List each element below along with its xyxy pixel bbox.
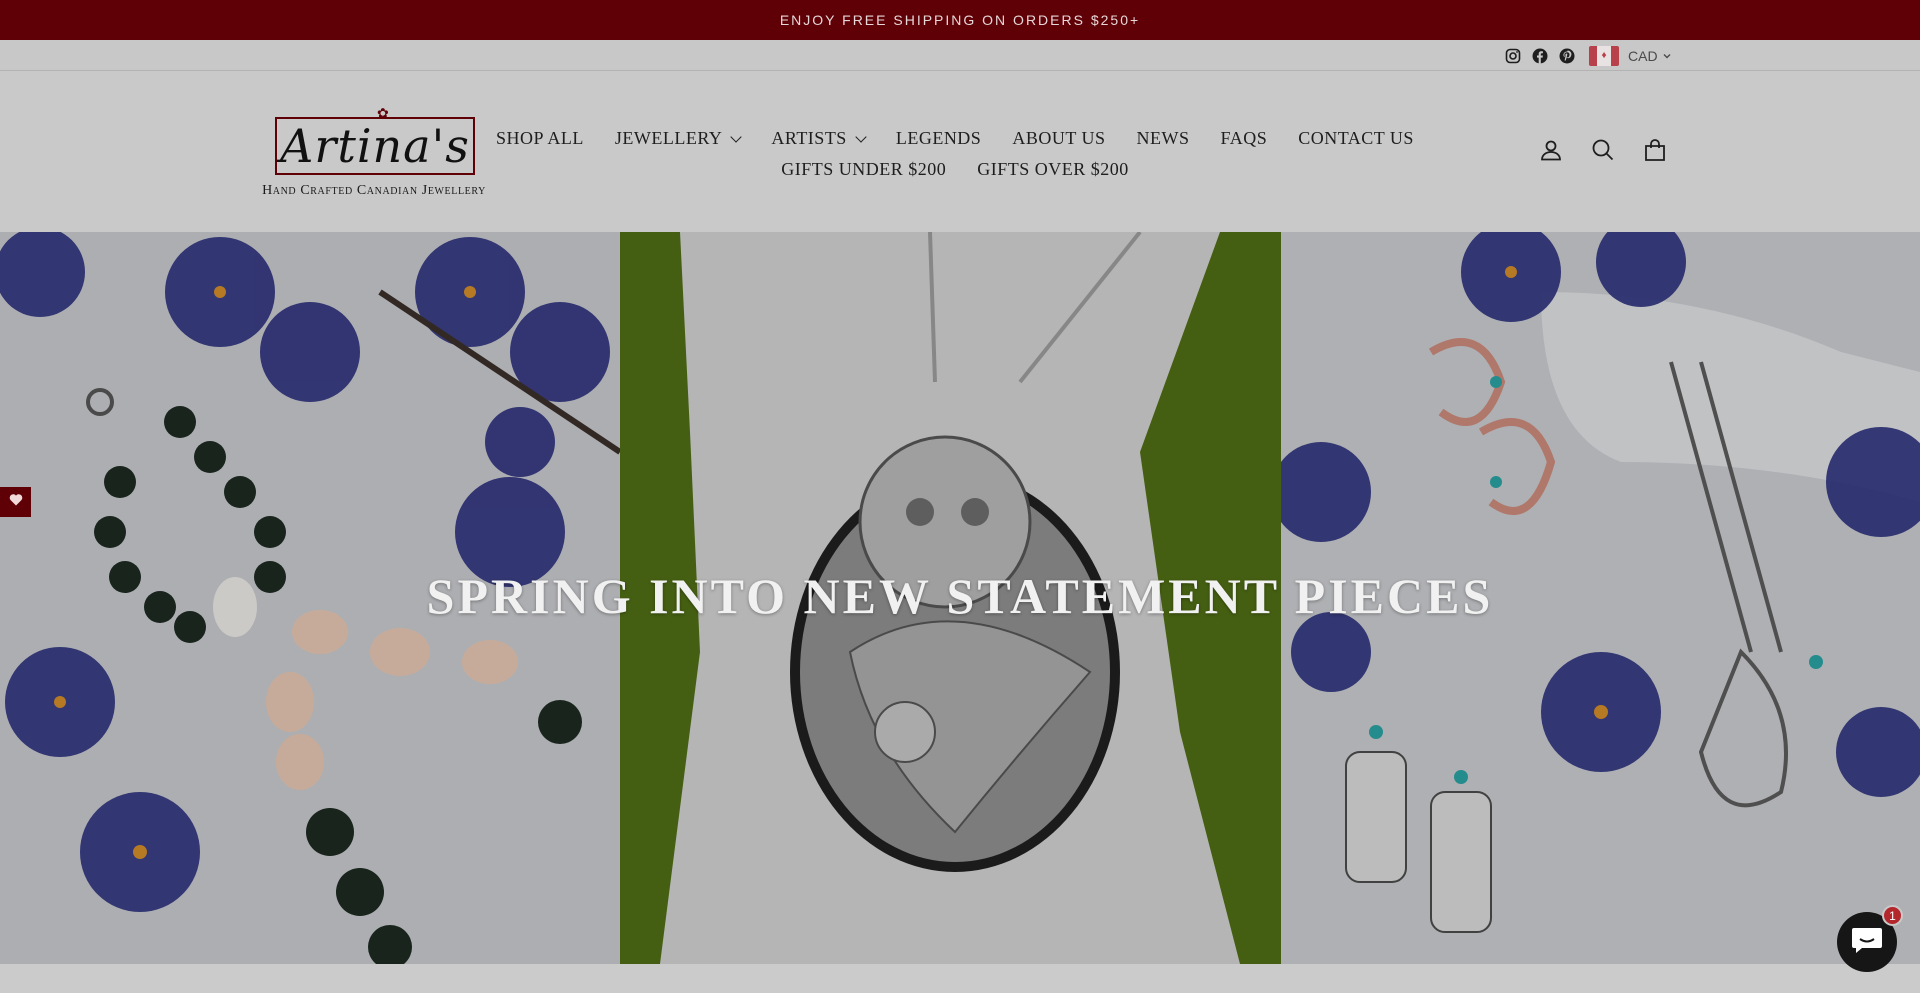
- nav-item-about-us[interactable]: ABOUT US: [1012, 128, 1105, 149]
- nav-item-shop-all[interactable]: SHOP ALL: [496, 128, 584, 149]
- search-icon[interactable]: [1589, 136, 1617, 164]
- nav-item-gifts-under-200[interactable]: GIFTS UNDER $200: [781, 159, 946, 180]
- nav-item-contact-us[interactable]: CONTACT US: [1298, 128, 1414, 149]
- chevron-down-icon: [730, 130, 743, 143]
- chevron-down-icon: [1662, 48, 1672, 64]
- account-icon[interactable]: [1537, 136, 1565, 164]
- currency-selector[interactable]: CAD: [1628, 48, 1672, 64]
- nav-row-secondary: GIFTS UNDER $200 GIFTS OVER $200: [502, 154, 1408, 185]
- nav-item-artists[interactable]: ARTISTS: [771, 128, 867, 149]
- nav-label: ABOUT US: [1012, 128, 1106, 148]
- currency-label: CAD: [1628, 47, 1658, 64]
- canada-flag-icon: ♦: [1589, 45, 1619, 66]
- hero-title: SPRING INTO NEW STATEMENT PIECES: [426, 568, 1494, 624]
- instagram-icon[interactable]: [1504, 47, 1522, 65]
- site-logo[interactable]: ✿ Artina's Hand Crafted Canadian Jewelle…: [247, 105, 501, 207]
- chat-bubble-icon: [1850, 925, 1884, 960]
- nav-label: JEWELLERY: [614, 128, 723, 148]
- nav-label: GIFTS OVER $200: [977, 159, 1129, 179]
- nav-label: LEGENDS: [895, 128, 982, 148]
- header-actions: [1537, 136, 1669, 164]
- facebook-icon[interactable]: [1531, 47, 1549, 65]
- nav-item-faqs[interactable]: FAQS: [1221, 128, 1268, 149]
- logo-wordmark: Artina's: [275, 117, 475, 175]
- utility-bar: ♦ CAD: [0, 40, 1920, 71]
- wishlist-tab[interactable]: [0, 487, 31, 517]
- logo-tagline: Hand Crafted Canadian Jewellery: [262, 183, 486, 198]
- nav-item-legends[interactable]: LEGENDS: [896, 128, 982, 149]
- main-navigation: SHOP ALL JEWELLERY ARTISTS LEGENDS ABOUT…: [496, 123, 1413, 185]
- nav-label: FAQS: [1220, 128, 1268, 148]
- chevron-down-icon: [855, 130, 867, 143]
- page-content-start: [0, 964, 1920, 993]
- nav-row-primary: SHOP ALL JEWELLERY ARTISTS LEGENDS ABOUT…: [496, 123, 1413, 154]
- nav-label: SHOP ALL: [496, 128, 584, 148]
- nav-label: ARTISTS: [771, 128, 847, 148]
- pinterest-icon[interactable]: [1558, 47, 1576, 65]
- nav-item-gifts-over-200[interactable]: GIFTS OVER $200: [977, 159, 1129, 180]
- nav-label: GIFTS UNDER $200: [781, 159, 947, 179]
- heart-icon: [9, 493, 23, 511]
- chat-notification-badge: 1: [1882, 905, 1903, 926]
- hero-banner[interactable]: SPRING INTO NEW STATEMENT PIECES: [0, 232, 1920, 964]
- nav-item-news[interactable]: NEWS: [1137, 128, 1190, 149]
- cart-icon[interactable]: [1641, 136, 1669, 164]
- announcement-text: ENJOY FREE SHIPPING ON ORDERS $250+: [779, 12, 1141, 28]
- nav-label: CONTACT US: [1298, 128, 1414, 148]
- nav-item-jewellery[interactable]: JEWELLERY: [614, 128, 743, 149]
- announcement-bar: ENJOY FREE SHIPPING ON ORDERS $250+: [0, 0, 1920, 40]
- nav-label: NEWS: [1136, 128, 1190, 148]
